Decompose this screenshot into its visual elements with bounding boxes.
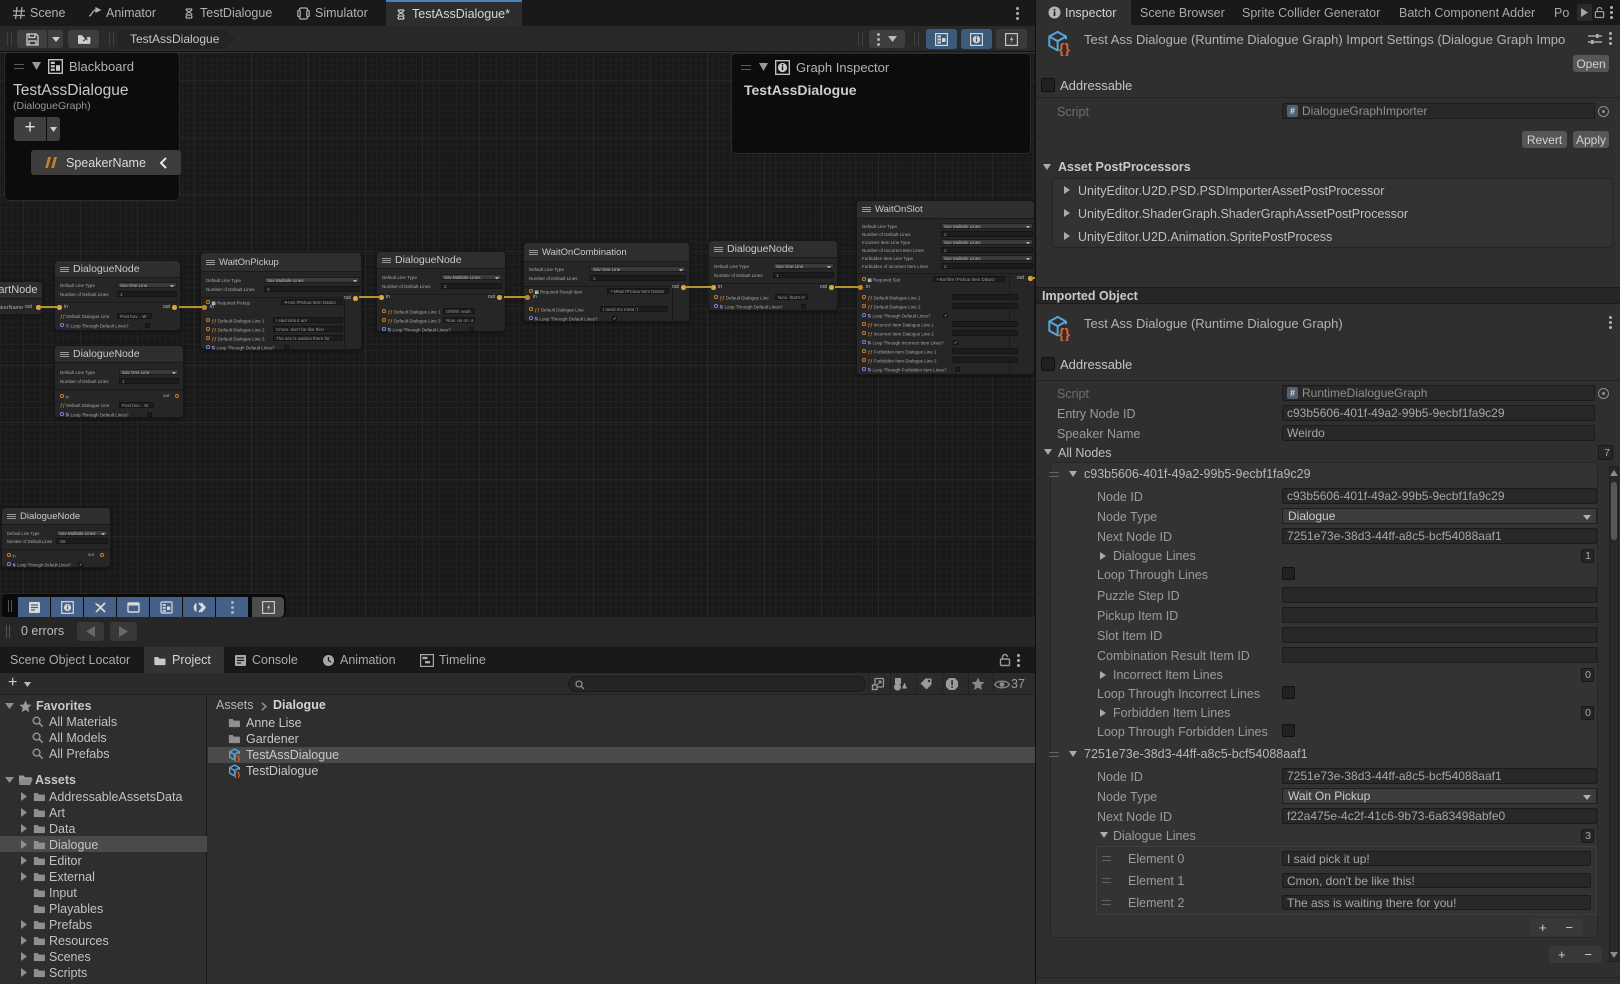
svg-text:{}: {} <box>1059 327 1071 341</box>
svg-text:{}: {} <box>1059 42 1071 56</box>
svg-text:{}: {} <box>234 770 241 778</box>
svg-text:{}: {} <box>234 754 241 762</box>
